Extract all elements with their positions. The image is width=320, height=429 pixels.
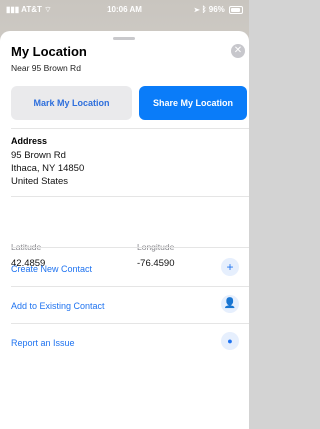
report-issue-label: Report an Issue [11, 338, 75, 348]
speech-bubble-icon: ● [221, 332, 239, 350]
report-issue-row[interactable]: Report an Issue ● [11, 330, 249, 358]
divider [11, 247, 249, 248]
add-existing-contact-label: Add to Existing Contact [11, 301, 105, 311]
add-existing-contact-row[interactable]: Add to Existing Contact 👤 [11, 293, 249, 321]
sheet-grabber[interactable] [113, 37, 135, 40]
divider [11, 196, 249, 197]
battery-area: ➤ ᛒ 96% [195, 5, 243, 14]
address-label: Address [11, 136, 48, 146]
share-location-button[interactable]: Share My Location [139, 86, 247, 120]
address-line-2: Ithaca, NY 14850 [11, 163, 85, 174]
sheet-subtitle: Near 95 Brown Rd [11, 63, 81, 73]
plus-icon: + [221, 258, 239, 276]
divider [11, 128, 249, 129]
close-icon: ✕ [233, 45, 243, 56]
close-button[interactable]: ✕ [231, 44, 245, 58]
bluetooth-icon: ᛒ [201, 5, 207, 14]
location-sheet: My Location Near 95 Brown Rd ✕ Mark My L… [0, 31, 249, 429]
create-contact-row[interactable]: Create New Contact + [11, 256, 249, 284]
address-line-3: United States [11, 176, 69, 187]
create-contact-label: Create New Contact [11, 264, 93, 274]
divider [11, 323, 249, 324]
divider [11, 286, 249, 287]
mark-location-button[interactable]: Mark My Location [11, 86, 132, 120]
address-line-1: 95 Brown Rd [11, 150, 66, 161]
add-person-icon: 👤 [221, 295, 239, 313]
battery-percent: 96% [208, 5, 225, 14]
sheet-title: My Location [11, 44, 87, 59]
battery-icon [229, 5, 243, 14]
location-arrow-icon: ➤ [194, 5, 200, 14]
status-bar: ▮▮▮ AT&T ⌔ 10:06 AM ➤ ᛒ 96% [0, 0, 249, 20]
